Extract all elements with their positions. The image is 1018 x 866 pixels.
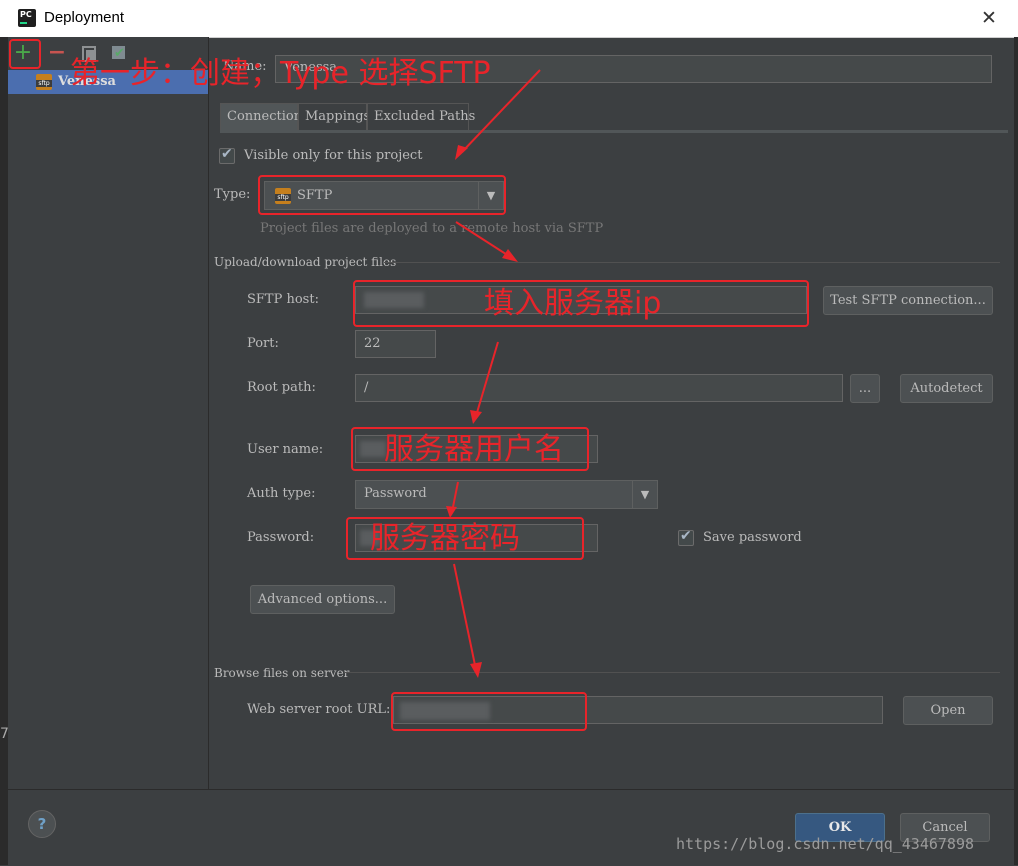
arrow-to-type	[461, 69, 541, 153]
arrow-head-auth	[446, 506, 457, 518]
arrow-to-web-root	[453, 563, 477, 671]
annotation-arrows	[446, 69, 541, 678]
arrow-head-upload	[502, 249, 518, 262]
arrow-to-user	[475, 341, 499, 417]
arrow-head-web-root	[470, 662, 482, 678]
arrow-head-user	[470, 410, 482, 424]
arrow-to-upload	[455, 221, 513, 259]
